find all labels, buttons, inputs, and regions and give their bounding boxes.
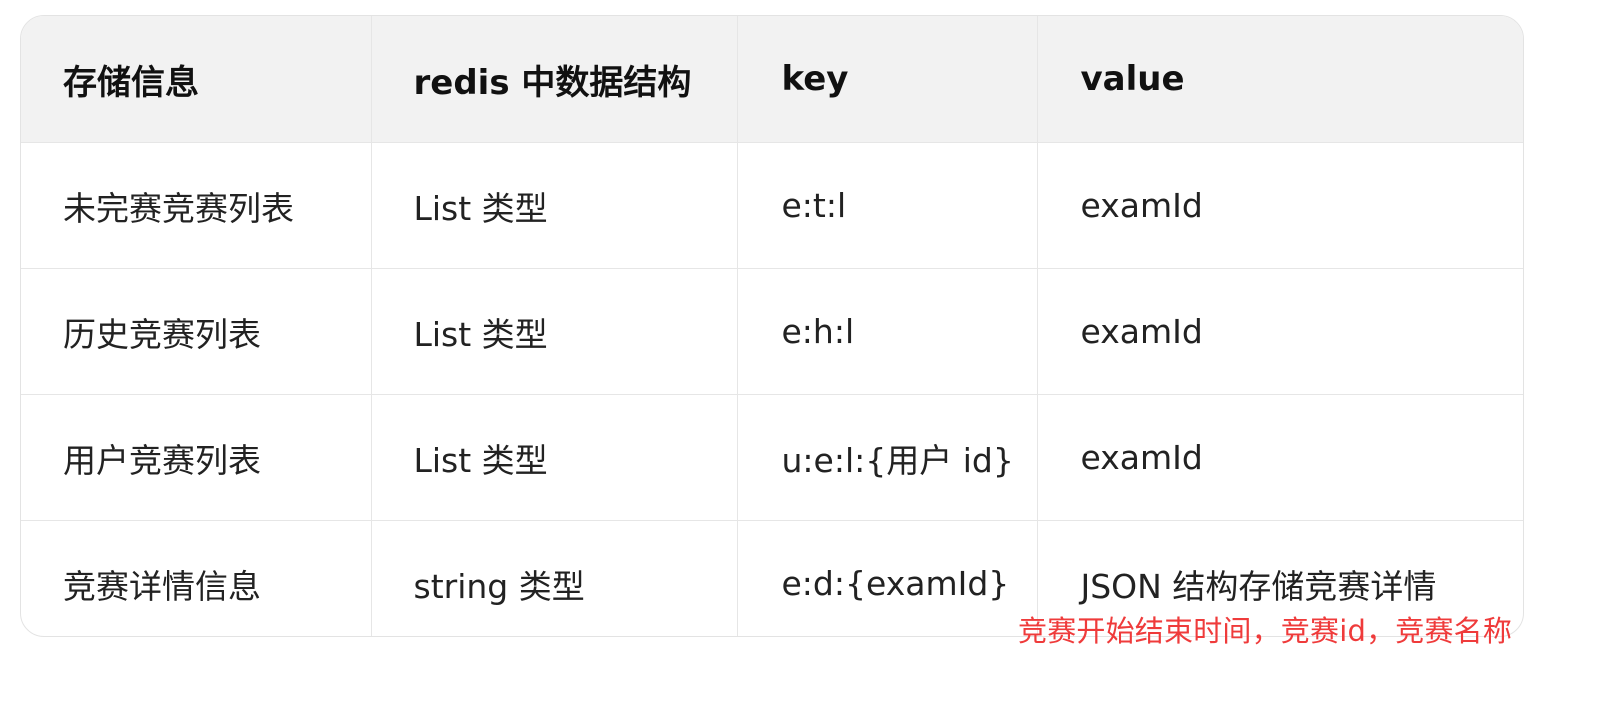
cell-redis-structure: List 类型 [371,268,738,395]
cell-key: e:h:l [737,268,1038,395]
cell-storage-info: 用户竞赛列表 [21,394,372,521]
cell-key: e:t:l [737,142,1038,269]
header-redis-structure: redis 中数据结构 [371,16,738,143]
cell-storage-info: 历史竞赛列表 [21,268,372,395]
table-row: 未完赛竞赛列表 List 类型 e:t:l examId [21,142,1523,269]
header-key: key [737,16,1038,143]
table-row: 用户竞赛列表 List 类型 u:e:l:{用户 id} examId [21,394,1523,521]
redis-structure-table: 存储信息 redis 中数据结构 key value 未完赛竞赛列表 List … [21,16,1523,636]
cell-redis-structure: List 类型 [371,142,738,269]
redis-structure-table-container: 存储信息 redis 中数据结构 key value 未完赛竞赛列表 List … [20,15,1524,637]
cell-redis-structure: string 类型 [371,520,738,636]
table-header-row: 存储信息 redis 中数据结构 key value [21,16,1523,143]
cell-value: examId [1037,268,1523,395]
cell-storage-info: 未完赛竞赛列表 [21,142,372,269]
cell-key: u:e:l:{用户 id} [737,394,1038,521]
cell-key: e:d:{examId} [737,520,1038,636]
cell-storage-info: 竞赛详情信息 [21,520,372,636]
table-row: 历史竞赛列表 List 类型 e:h:l examId [21,268,1523,395]
red-annotation-note: 竞赛开始结束时间，竞赛id，竞赛名称 [1018,614,1513,648]
cell-value: examId [1037,394,1523,521]
header-value: value [1037,16,1523,143]
cell-redis-structure: List 类型 [371,394,738,521]
header-storage-info: 存储信息 [21,16,372,143]
cell-value: examId [1037,142,1523,269]
